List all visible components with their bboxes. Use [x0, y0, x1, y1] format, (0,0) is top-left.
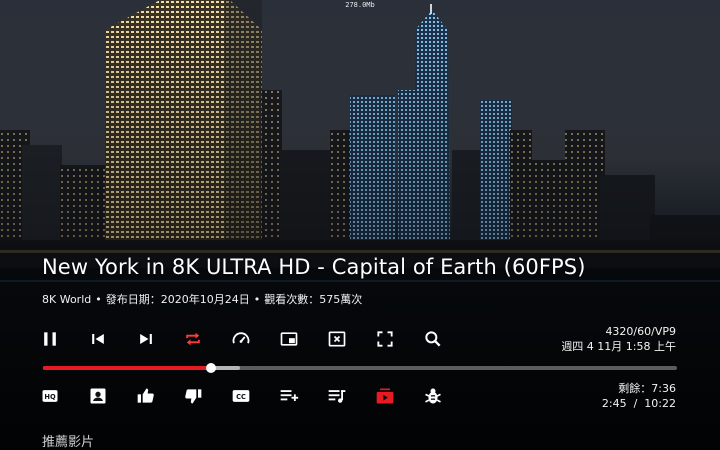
search-icon	[425, 331, 441, 347]
pause-icon	[44, 332, 56, 346]
subscribe-icon	[376, 388, 394, 404]
recommended-section-title: 推薦影片	[42, 435, 95, 450]
repeat-icon	[186, 332, 200, 346]
channel-icon	[90, 388, 106, 404]
playlist-music-icon	[328, 390, 346, 403]
fullscreen-icon	[377, 331, 393, 347]
channel-button[interactable]	[86, 384, 110, 408]
skip-previous-icon	[92, 334, 104, 344]
playback-info: 4320/60/VP9 週四 4 11月 1:58 上午	[561, 324, 676, 354]
skip-next-icon	[140, 334, 152, 344]
dislike-button[interactable]	[181, 384, 205, 408]
svg-text:HQ: HQ	[44, 393, 56, 401]
previous-button[interactable]	[86, 327, 110, 351]
close-video-button[interactable]	[325, 327, 349, 351]
time-info: 剩餘：7:36 2:45 / 10:22	[602, 381, 676, 411]
svg-text:CC: CC	[236, 393, 246, 401]
search-button[interactable]	[421, 327, 445, 351]
add-to-playlist-icon	[280, 390, 299, 401]
playlist-music-button[interactable]	[325, 384, 349, 408]
closed-captions-icon: CC	[232, 390, 250, 402]
speed-icon	[232, 332, 250, 344]
clock: 週四 4 11月 1:58 上午	[561, 340, 676, 353]
like-icon	[137, 388, 154, 403]
video-format: 4320/60/VP9	[605, 325, 676, 338]
time-remaining: 剩餘：7:36	[618, 382, 676, 395]
meta-separator: •	[95, 293, 102, 306]
picture-in-picture-icon	[280, 332, 298, 346]
memory-usage-readout: 278.0Mb	[345, 1, 375, 9]
pause-button[interactable]	[38, 327, 62, 351]
subscribe-button[interactable]	[373, 384, 397, 408]
repeat-button[interactable]	[181, 327, 205, 351]
quality-button[interactable]: HQ	[38, 384, 62, 408]
video-meta: 8K World • 發布日期：2020年10月24日 • 觀看次數：575萬次	[42, 291, 362, 307]
seek-bar-played	[43, 366, 211, 370]
debug-icon	[425, 388, 441, 404]
add-to-playlist-button[interactable]	[277, 384, 301, 408]
close-box-icon	[328, 331, 346, 347]
next-button[interactable]	[134, 327, 158, 351]
publish-date: 發布日期：2020年10月24日	[105, 293, 250, 306]
speed-button[interactable]	[229, 327, 253, 351]
time-position: 2:45 / 10:22	[601, 397, 676, 410]
dislike-icon	[185, 389, 202, 404]
seek-bar[interactable]	[43, 363, 677, 373]
channel-name[interactable]: 8K World	[42, 293, 91, 306]
pip-button[interactable]	[277, 327, 301, 351]
captions-button[interactable]: CC	[229, 384, 253, 408]
debug-button[interactable]	[421, 384, 445, 408]
view-count: 觀看次數：575萬次	[264, 293, 363, 306]
like-button[interactable]	[134, 384, 158, 408]
video-title: New York in 8K ULTRA HD - Capital of Ear…	[42, 255, 586, 279]
fullscreen-button[interactable]	[373, 327, 397, 351]
hq-icon: HQ	[42, 390, 58, 402]
meta-separator: •	[253, 293, 261, 306]
seek-bar-handle[interactable]	[206, 363, 216, 373]
